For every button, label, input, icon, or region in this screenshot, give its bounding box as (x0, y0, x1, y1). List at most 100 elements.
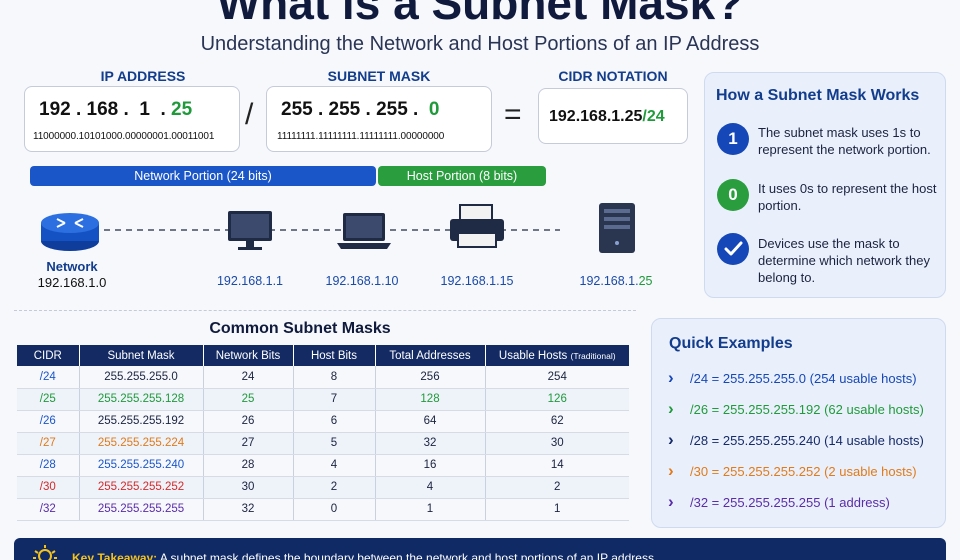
cell-subnet-mask: 255.255.255.240 (79, 454, 204, 477)
quick-example-text: /32 = 255.255.255.255 (1 address) (690, 495, 890, 510)
laptop-address: 192.168.1.10 (325, 274, 399, 288)
cell-subnet-mask: 255.255.255.128 (79, 388, 204, 411)
subnet-mask-box: 255 . 255 . 255 . 0 11111111.11111111.11… (266, 86, 492, 152)
key-takeaway-text: Key Takeaway: A subnet mask defines the … (72, 551, 657, 560)
cell-subnet-mask: 255.255.255.192 (79, 410, 204, 433)
chevron-right-icon: › (668, 430, 674, 449)
step-1-badge: 1 (717, 123, 749, 155)
host-portion-bar: Host Portion (8 bits) (378, 166, 546, 186)
cell-host-bits: 0 (293, 498, 376, 521)
how-it-works-title: How a Subnet Mask Works (716, 87, 920, 104)
cell-subnet-mask: 255.255.255.0 (79, 366, 204, 389)
cell-host-bits: 2 (293, 476, 376, 499)
chevron-right-icon: › (668, 399, 674, 418)
quick-example-item: › /30 = 255.255.255.252 (2 usable hosts) (668, 462, 917, 480)
quick-example-item: › /24 = 255.255.255.0 (254 usable hosts) (668, 369, 917, 387)
step-3-text: Devices use the mask to determine which … (758, 236, 930, 285)
cidr-address: 192.168.1.25 (549, 108, 643, 125)
check-icon (717, 233, 749, 265)
ip-address-heading: IP ADDRESS (100, 68, 186, 84)
server-address: 192.168.1.25 (566, 274, 666, 288)
usable-hosts-note: (Traditional) (570, 350, 616, 361)
common-masks-title: Common Subnet Masks (209, 320, 391, 337)
cell-total-addresses: 32 (375, 432, 486, 455)
subnet-mask-heading: SUBNET MASK (327, 68, 431, 84)
cidr-suffix: /24 (642, 108, 665, 125)
page-title: What is a Subnet Mask? (216, 0, 744, 29)
how-it-works-panel: How a Subnet Mask Works 1 The subnet mas… (704, 72, 946, 298)
cell-usable-hosts: 126 (485, 388, 629, 411)
cell-host-bits: 4 (293, 454, 376, 477)
mask-network-octets: 255 . 255 . 255 . (281, 99, 419, 120)
cell-host-bits: 5 (293, 432, 376, 455)
section-divider (14, 310, 636, 311)
server-icon (599, 203, 635, 253)
network-portion-bar: Network Portion (24 bits) (30, 166, 376, 186)
cell-cidr: /30 (17, 476, 80, 499)
cell-cidr: /24 (17, 366, 80, 389)
router-label: Network (46, 259, 98, 274)
col-header-cidr: CIDR (17, 345, 80, 366)
table-row: /32 255.255.255.255 32 0 1 1 (17, 498, 629, 521)
table-row: /30 255.255.255.252 30 2 4 2 (17, 476, 629, 499)
printer-icon (450, 204, 504, 248)
cell-subnet-mask: 255.255.255.224 (79, 432, 204, 455)
usable-hosts-label: Usable Hosts (498, 349, 568, 362)
step-2-badge: 0 (717, 179, 749, 211)
table-row: /28 255.255.255.240 28 4 16 14 (17, 454, 629, 477)
laptop-icon (337, 213, 391, 249)
col-header-total-addresses: Total Addresses (375, 345, 486, 366)
cell-host-bits: 7 (293, 388, 376, 411)
table-row: /24 255.255.255.0 24 8 256 254 (17, 366, 629, 389)
cidr-heading: CIDR NOTATION (558, 68, 668, 84)
cidr-box: 192.168.1.25/24 (538, 88, 688, 144)
cell-network-bits: 25 (203, 388, 294, 411)
table-row: /27 255.255.255.224 27 5 32 30 (17, 432, 629, 455)
quick-example-text: /24 = 255.255.255.0 (254 usable hosts) (690, 371, 917, 386)
cell-total-addresses: 128 (375, 388, 486, 411)
subnet-mask-value: 255 . 255 . 255 . 0 (281, 99, 439, 121)
key-takeaway-label: Key Takeaway: (72, 551, 158, 560)
ip-address-box: 192 . 168 . 1 . 25 11000000.10101000.000… (24, 86, 240, 152)
quick-examples-title: Quick Examples (669, 335, 793, 352)
router-icon (41, 213, 99, 251)
cell-network-bits: 28 (203, 454, 294, 477)
cell-network-bits: 27 (203, 432, 294, 455)
table-row: /26 255.255.255.192 26 6 64 62 (17, 410, 629, 433)
col-header-network-bits: Network Bits (203, 345, 294, 366)
ip-address-binary: 11000000.10101000.00000001.00011001 (33, 131, 215, 142)
quick-examples-panel: Quick Examples › /24 = 255.255.255.0 (254… (651, 318, 946, 528)
step-1-text: The subnet mask uses 1s to represent the… (758, 125, 931, 157)
cell-cidr: /28 (17, 454, 80, 477)
step-2-text: It uses 0s to represent the host portion… (758, 181, 937, 213)
subnet-mask-table: CIDR Subnet Mask Network Bits Host Bits … (17, 345, 629, 521)
mask-host-octet: 0 (428, 99, 440, 120)
chevron-right-icon: › (668, 492, 674, 511)
quick-example-item: › /32 = 255.255.255.255 (1 address) (668, 493, 890, 511)
cell-subnet-mask: 255.255.255.255 (79, 498, 204, 521)
cell-host-bits: 6 (293, 410, 376, 433)
cell-total-addresses: 256 (375, 366, 486, 389)
subnet-mask-binary: 11111111.11111111.11111111.00000000 (277, 131, 445, 142)
cell-usable-hosts: 1 (485, 498, 629, 521)
table-header-row: CIDR Subnet Mask Network Bits Host Bits … (17, 345, 629, 366)
key-takeaway-body: A subnet mask defines the boundary betwe… (159, 551, 658, 560)
cell-network-bits: 32 (203, 498, 294, 521)
ip-network-octets: 192 . 168 . 1 . (39, 99, 166, 120)
cell-subnet-mask: 255.255.255.252 (79, 476, 204, 499)
cell-cidr: /27 (17, 432, 80, 455)
key-takeaway-banner: Key Takeaway: A subnet mask defines the … (14, 538, 946, 560)
chevron-right-icon: › (668, 461, 674, 480)
col-header-host-bits: Host Bits (293, 345, 376, 366)
cell-network-bits: 24 (203, 366, 294, 389)
ip-address-value: 192 . 168 . 1 . 25 (39, 99, 192, 121)
cell-total-addresses: 4 (375, 476, 486, 499)
cell-total-addresses: 1 (375, 498, 486, 521)
lightbulb-icon (32, 543, 58, 560)
cell-usable-hosts: 30 (485, 432, 629, 455)
quick-example-text: /28 = 255.255.255.240 (14 usable hosts) (690, 433, 924, 448)
page-subtitle: Understanding the Network and Host Porti… (200, 33, 760, 55)
monitor-icon (228, 211, 272, 250)
server-address-host: 25 (638, 274, 653, 288)
cell-usable-hosts: 62 (485, 410, 629, 433)
